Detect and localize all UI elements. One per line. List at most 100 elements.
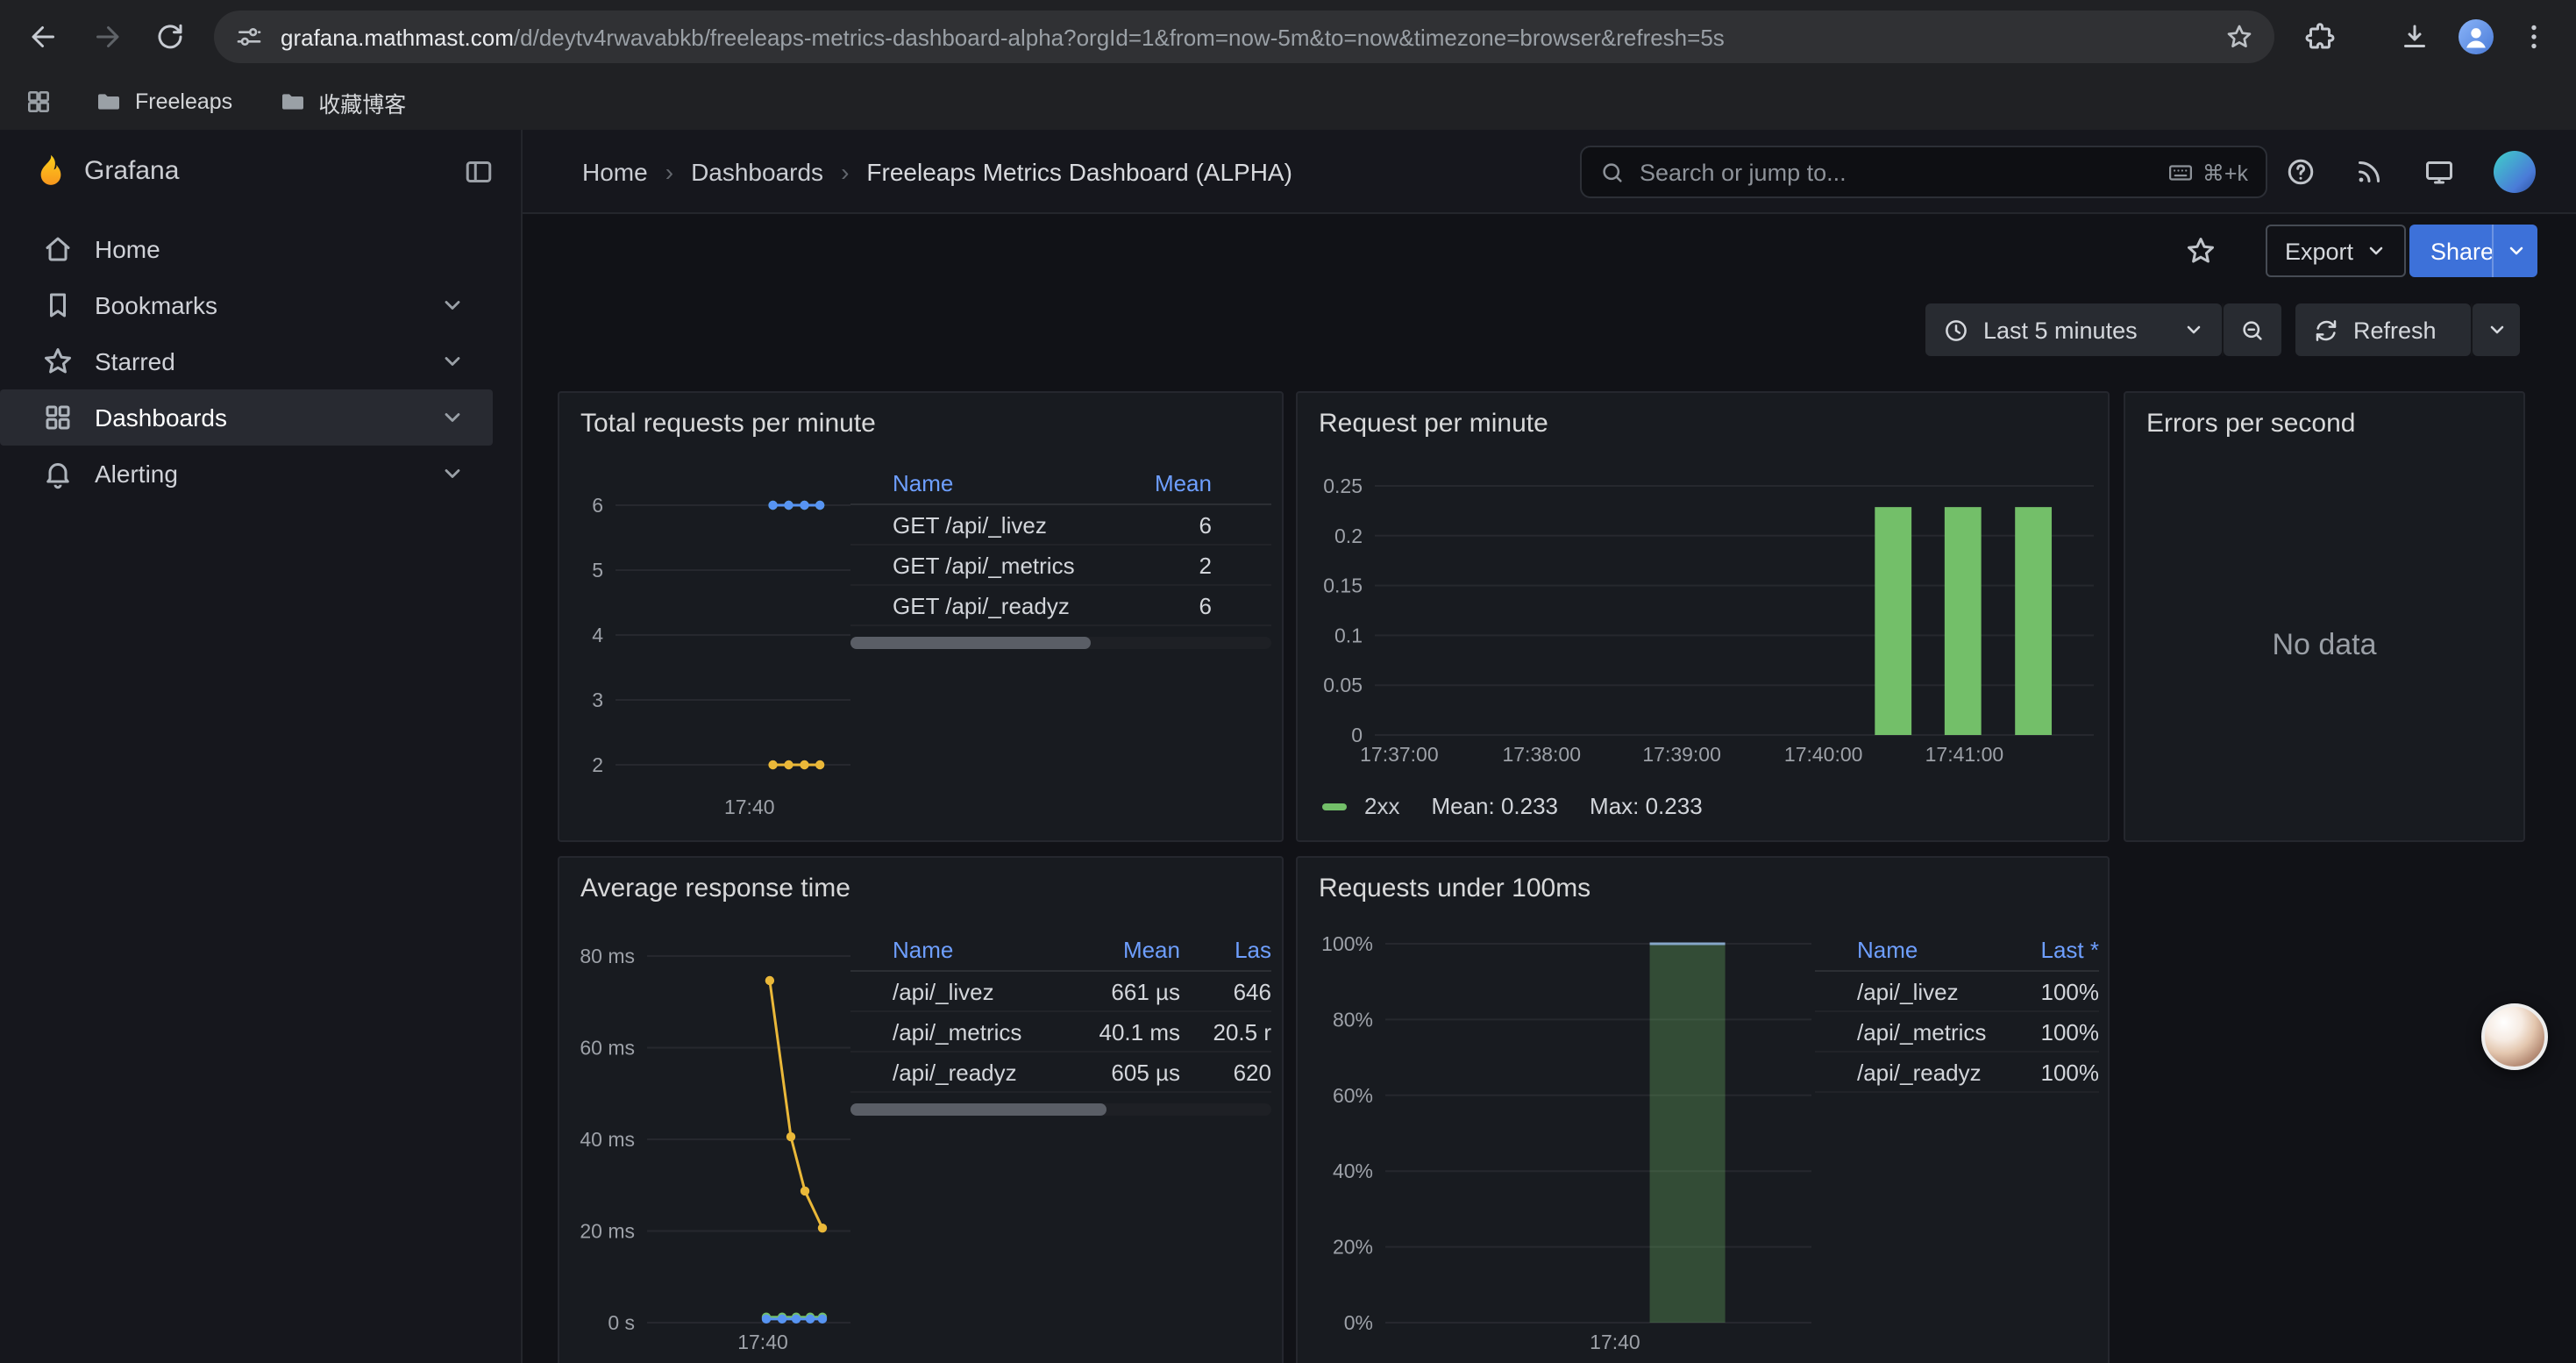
legend-col-mean[interactable]: Mean: [1131, 470, 1212, 496]
panel-title[interactable]: Request per minute: [1319, 409, 1548, 439]
chevron-down-icon[interactable]: [440, 405, 465, 430]
svg-text:0.05: 0.05: [1323, 674, 1363, 696]
sidebar-item-dashboards[interactable]: Dashboards: [0, 389, 493, 446]
zoom-out-button[interactable]: [2224, 303, 2281, 356]
series-name[interactable]: GET /api/_readyz: [893, 592, 1131, 618]
legend-col-last[interactable]: Las: [1180, 937, 1271, 963]
chevron-down-icon[interactable]: [440, 349, 465, 374]
favorite-star-icon[interactable]: [2185, 235, 2217, 267]
url-bar[interactable]: grafana.mathmast.com/d/deytv4rwavabkb/fr…: [214, 11, 2274, 63]
series-name[interactable]: /api/_metrics: [893, 1018, 1064, 1045]
search-bar[interactable]: ⌘+k: [1580, 146, 2267, 198]
series-name[interactable]: /api/_readyz: [893, 1059, 1064, 1085]
legend-col-name[interactable]: Name: [893, 937, 1064, 963]
svg-text:0 s: 0 s: [608, 1311, 635, 1334]
scrollbar-thumb[interactable]: [850, 1103, 1107, 1116]
svg-text:100%: 100%: [1321, 932, 1373, 955]
sidebar-item-starred[interactable]: Starred: [0, 333, 493, 389]
series-name[interactable]: /api/_readyz: [1857, 1059, 2008, 1085]
breadcrumb: Home › Dashboards › Freeleaps Metrics Da…: [582, 130, 1292, 214]
sidebar-item-label: Dashboards: [95, 403, 440, 432]
svg-text:3: 3: [592, 689, 603, 711]
grafana-header: Home › Dashboards › Freeleaps Metrics Da…: [523, 130, 2576, 214]
legend-scrollbar[interactable]: [850, 1103, 1271, 1116]
series-name[interactable]: /api/_metrics: [1857, 1018, 2008, 1045]
panel-title[interactable]: Total requests per minute: [580, 409, 876, 439]
series-name[interactable]: GET /api/_metrics: [893, 552, 1131, 578]
user-avatar[interactable]: [2494, 151, 2536, 193]
site-controls-icon[interactable]: [235, 23, 263, 51]
legend-col-last[interactable]: Last *: [2008, 937, 2099, 963]
panel-request-per-minute: Request per minute 0.250.20.150.10.05017…: [1296, 391, 2110, 842]
series-mean: 6: [1131, 511, 1212, 538]
legend-col-name[interactable]: Name: [1857, 937, 2008, 963]
reload-icon[interactable]: [154, 21, 186, 53]
help-icon[interactable]: [2285, 156, 2316, 188]
bookmark-star-icon[interactable]: [2225, 23, 2253, 51]
svg-text:60%: 60%: [1333, 1084, 1373, 1107]
refresh-interval-button[interactable]: [2473, 303, 2520, 356]
url-text[interactable]: grafana.mathmast.com/d/deytv4rwavabkb/fr…: [281, 24, 2225, 50]
grafana-logo-icon[interactable]: [32, 153, 70, 191]
extensions-icon[interactable]: [2304, 21, 2336, 53]
legend-row: /api/_readyz 605 µs 620: [850, 1053, 1271, 1093]
series-last: 20.5 r: [1180, 1018, 1271, 1045]
main-area: Home › Dashboards › Freeleaps Metrics Da…: [523, 130, 2576, 1363]
bookmark-folder-label: Freeleaps: [135, 89, 232, 114]
svg-text:17:40:00: 17:40:00: [1784, 743, 1863, 766]
share-menu-button[interactable]: [2492, 225, 2537, 277]
panel-title[interactable]: Average response time: [580, 874, 850, 903]
breadcrumb-dashboards[interactable]: Dashboards: [691, 158, 823, 186]
search-input[interactable]: [1640, 159, 2153, 185]
news-rss-icon[interactable]: [2353, 156, 2385, 188]
forward-icon[interactable]: [91, 21, 123, 53]
bookmark-folder-blogs[interactable]: 收藏博客: [278, 85, 406, 118]
series-last: 100%: [2008, 978, 2099, 1004]
apps-grid-icon[interactable]: [25, 88, 53, 116]
browser-profile-avatar[interactable]: [2459, 19, 2494, 54]
bookmarks-bar: Freeleaps 收藏博客: [0, 74, 2576, 130]
breadcrumb-home[interactable]: Home: [582, 158, 648, 186]
export-button[interactable]: Export: [2266, 225, 2406, 277]
legend-col-mean[interactable]: Mean: [1064, 937, 1180, 963]
time-range-picker[interactable]: Last 5 minutes: [1925, 303, 2222, 356]
legend-row: /api/_metrics 100%: [1815, 1012, 2099, 1053]
requests-under-100ms-chart[interactable]: 100%80%60%40%20%0%17:40: [1312, 928, 1820, 1363]
total-requests-chart[interactable]: 6543217:40: [570, 456, 861, 835]
series-mean: Mean: 0.233: [1431, 793, 1558, 819]
star-icon: [42, 346, 74, 377]
chevron-down-icon: [2183, 319, 2204, 340]
series-name[interactable]: 2xx: [1364, 793, 1399, 819]
keyboard-icon: [2167, 159, 2194, 185]
bookmark-folder-freeleaps[interactable]: Freeleaps: [95, 88, 232, 116]
folder-icon: [95, 88, 123, 116]
series-mean: 6: [1131, 592, 1212, 618]
monitor-icon[interactable]: [2423, 156, 2455, 188]
downloads-icon[interactable]: [2399, 21, 2430, 53]
chevron-down-icon[interactable]: [440, 293, 465, 318]
back-icon[interactable]: [28, 21, 60, 53]
legend-scrollbar[interactable]: [850, 637, 1271, 649]
series-name[interactable]: /api/_livez: [893, 978, 1064, 1004]
chevron-down-icon[interactable]: [440, 461, 465, 486]
sidebar-item-home[interactable]: Home: [0, 221, 493, 277]
panel-errors-per-second: Errors per second No data: [2124, 391, 2525, 842]
floating-assistant-avatar[interactable]: [2481, 1003, 2548, 1070]
request-per-minute-chart[interactable]: 0.250.20.150.10.05017:37:0017:38:0017:39…: [1312, 456, 2101, 835]
average-response-time-chart[interactable]: 80 ms60 ms40 ms20 ms0 s17:40: [570, 928, 861, 1363]
panel-title[interactable]: Requests under 100ms: [1319, 874, 1590, 903]
brand-row: Grafana: [0, 130, 521, 214]
series-name[interactable]: /api/_livez: [1857, 978, 2008, 1004]
collapse-sidebar-icon[interactable]: [463, 156, 495, 188]
no-data-message: No data: [2125, 628, 2523, 663]
browser-menu-icon[interactable]: [2518, 21, 2550, 53]
panel-title[interactable]: Errors per second: [2146, 409, 2355, 439]
sidebar-item-bookmarks[interactable]: Bookmarks: [0, 277, 493, 333]
scrollbar-thumb[interactable]: [850, 637, 1091, 649]
sidebar-item-alerting[interactable]: Alerting: [0, 446, 493, 502]
refresh-button[interactable]: Refresh: [2295, 303, 2471, 356]
legend-row: /api/_livez 100%: [1815, 972, 2099, 1012]
series-name[interactable]: GET /api/_livez: [893, 511, 1131, 538]
refresh-icon: [2313, 317, 2339, 343]
legend-col-name[interactable]: Name: [893, 470, 1131, 496]
